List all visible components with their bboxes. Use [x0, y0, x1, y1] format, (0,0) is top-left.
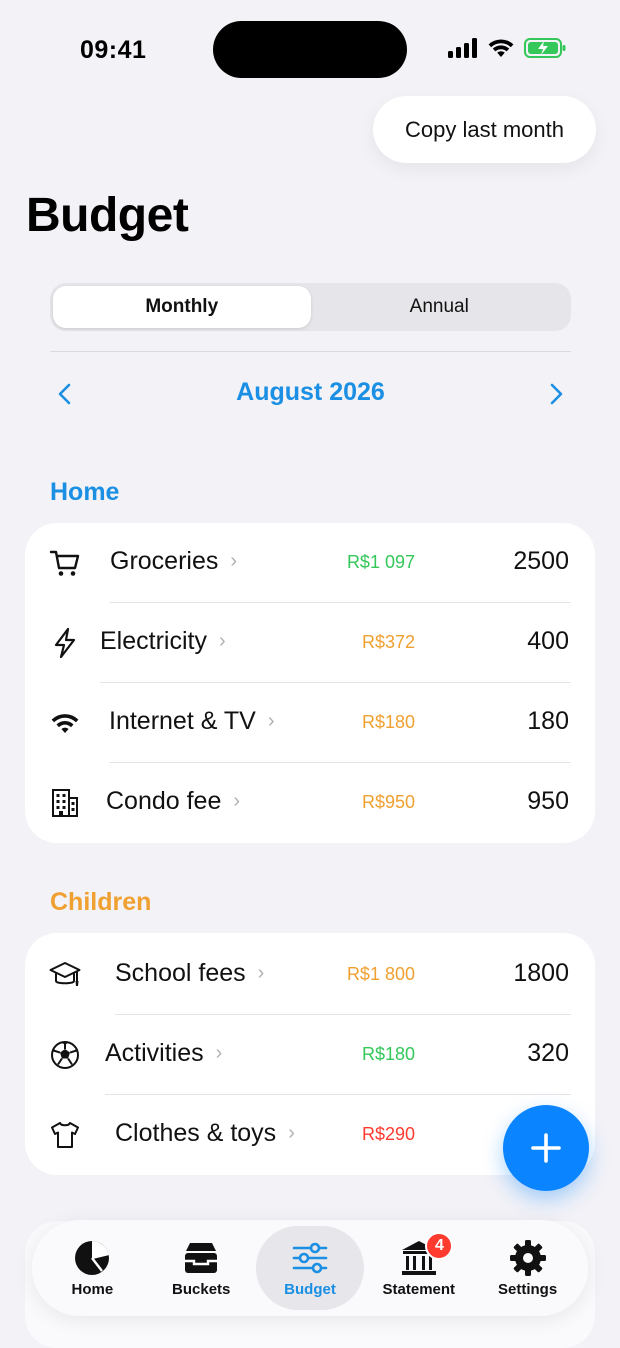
- tab-home[interactable]: Home: [38, 1226, 147, 1310]
- tray-icon: [185, 1242, 218, 1273]
- dynamic-island: [213, 21, 407, 78]
- page-title: Budget: [26, 189, 189, 242]
- tab-bar: Home Buckets Budget Statement 4 Settings: [32, 1220, 588, 1316]
- chevron-right-icon[interactable]: [545, 382, 567, 406]
- tab-buckets[interactable]: Buckets: [147, 1226, 256, 1310]
- period-segmented-control: Monthly Annual: [50, 283, 571, 331]
- tab-label: Settings: [497, 1280, 558, 1298]
- plus-icon: [531, 1133, 561, 1163]
- month-navigation: August 2026: [50, 372, 571, 416]
- status-icons: [448, 37, 566, 59]
- section-title-children: Children: [50, 888, 152, 916]
- spent-amount: R$180: [361, 712, 415, 732]
- divider: [50, 351, 571, 352]
- budget-row-activities[interactable]: Activities › R$180 320: [25, 1015, 595, 1095]
- budget-row-condo-fee[interactable]: Condo fee › R$950 950: [25, 763, 595, 843]
- soccer-ball-icon: [51, 1041, 79, 1069]
- tab-budget[interactable]: Budget: [255, 1226, 365, 1310]
- wifi-icon: [51, 714, 79, 733]
- chevron-right-icon: ›: [233, 790, 241, 812]
- pie-chart-icon: [75, 1240, 110, 1275]
- signal-icon: [448, 38, 477, 58]
- budget-row-internet-tv[interactable]: Internet & TV › R$180 180: [25, 683, 595, 763]
- budget-row-label: Groceries ›: [110, 547, 238, 575]
- month-label[interactable]: August 2026: [50, 378, 571, 407]
- home-budget-card: Groceries › R$1 097 2500 Electricity › R$3…: [25, 523, 595, 843]
- budget-row-electricity[interactable]: Electricity › R$372 400: [25, 603, 595, 683]
- budget-row-label: Internet & TV ›: [109, 707, 275, 735]
- budget-amount[interactable]: 320: [527, 1039, 569, 1068]
- budget-row-label: School fees ›: [115, 959, 265, 987]
- tab-label: Home: [71, 1280, 114, 1298]
- spent-amount: R$1 800: [346, 964, 415, 984]
- battery-icon: [524, 38, 566, 58]
- chevron-right-icon: ›: [257, 962, 265, 984]
- gear-icon: [509, 1239, 546, 1276]
- chevron-right-icon: ›: [215, 1042, 223, 1064]
- tab-label: Statement: [382, 1280, 456, 1298]
- budget-amount[interactable]: 400: [527, 627, 569, 656]
- budget-amount[interactable]: 180: [527, 707, 569, 736]
- building-icon: [52, 789, 78, 817]
- tshirt-icon: [51, 1122, 79, 1148]
- chevron-right-icon: ›: [218, 630, 226, 652]
- spent-amount: R$372: [361, 632, 415, 652]
- copy-last-month-button[interactable]: Copy last month: [373, 96, 596, 163]
- sliders-icon: [292, 1242, 328, 1273]
- chevron-right-icon: ›: [288, 1122, 295, 1144]
- budget-row-label: Clothes & toys ›: [115, 1119, 295, 1147]
- status-time: 09:41: [80, 36, 147, 64]
- tab-label: Buckets: [172, 1280, 231, 1298]
- notification-badge: 4: [425, 1232, 454, 1260]
- budget-amount[interactable]: 950: [527, 787, 569, 816]
- bolt-icon: [54, 627, 76, 659]
- budget-row-label: Condo fee ›: [106, 787, 241, 815]
- spent-amount: R$180: [361, 1044, 415, 1064]
- spent-amount: R$290: [361, 1124, 415, 1144]
- status-bar: 09:41: [0, 0, 620, 100]
- wifi-status-icon: [488, 39, 514, 57]
- budget-amount[interactable]: 1800: [513, 959, 569, 988]
- add-button[interactable]: [503, 1105, 589, 1191]
- spent-amount: R$1 097: [346, 552, 415, 572]
- cart-icon: [49, 550, 80, 576]
- budget-row-label: Activities ›: [105, 1039, 223, 1067]
- budget-row-school-fees[interactable]: School fees › R$1 800 1800: [25, 935, 595, 1015]
- segment-annual[interactable]: Annual: [311, 286, 569, 328]
- budget-amount[interactable]: 2500: [513, 547, 569, 576]
- chevron-right-icon: ›: [230, 550, 238, 572]
- chevron-right-icon: ›: [267, 710, 275, 732]
- tab-settings[interactable]: Settings: [473, 1226, 582, 1310]
- spent-amount: R$950: [361, 792, 415, 812]
- budget-row-groceries[interactable]: Groceries › R$1 097 2500: [25, 523, 595, 603]
- budget-row-label: Electricity ›: [100, 627, 226, 655]
- graduation-cap-icon: [49, 962, 81, 986]
- tab-statement[interactable]: Statement 4: [364, 1226, 473, 1310]
- segment-monthly[interactable]: Monthly: [53, 286, 311, 328]
- tab-label: Budget: [284, 1280, 336, 1298]
- section-title-home: Home: [50, 478, 120, 506]
